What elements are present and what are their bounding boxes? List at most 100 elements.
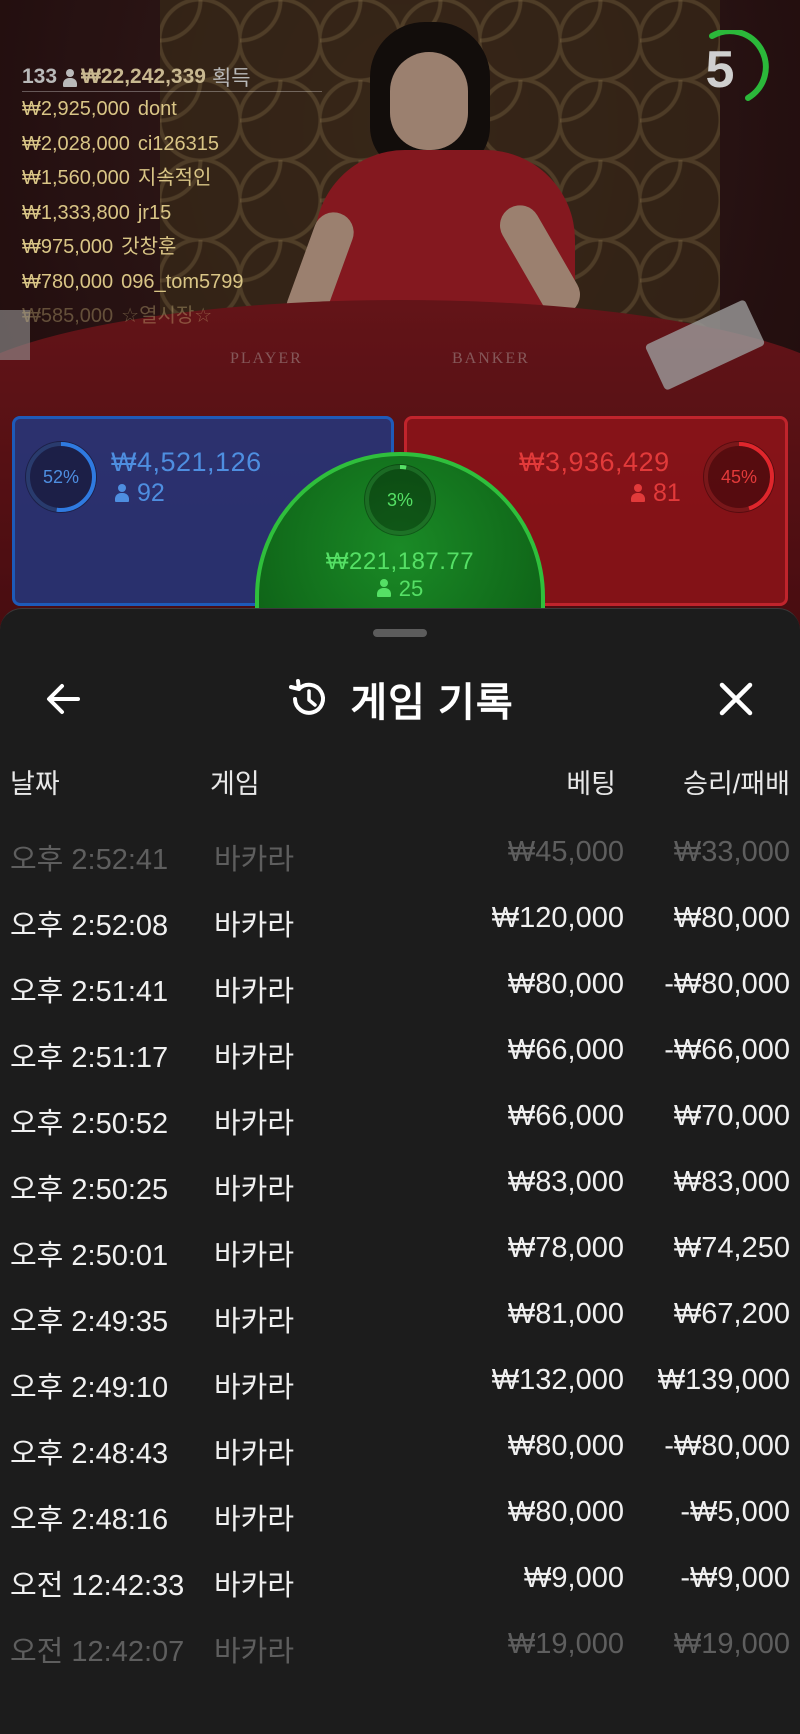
row-date: 오후 2:50:25	[10, 1174, 169, 1206]
banker-count-value: 81	[653, 479, 681, 507]
row-date: 오후 2:50:52	[10, 1108, 169, 1140]
table-header: 날짜 게임 베팅 승리/패배	[0, 754, 800, 804]
close-button[interactable]	[710, 673, 762, 725]
row-result: ₩74,250	[673, 1232, 790, 1264]
row-game: 바카라	[214, 910, 295, 942]
player-count-value: 92	[137, 479, 165, 507]
history-row[interactable]: 오후 2:52:08 바카라 ₩120,000 ₩80,000	[0, 888, 800, 954]
history-row[interactable]: 오후 2:49:10 바카라 ₩132,000 ₩139,000	[0, 1350, 800, 1416]
sheet-title: 게임 기록	[350, 681, 514, 725]
row-game: 바카라	[214, 1570, 295, 1602]
person-icon	[376, 579, 391, 597]
row-game: 바카라	[214, 1372, 295, 1404]
winner-amount: ₩2,925,000	[22, 98, 130, 120]
player-amount: ₩4,521,126	[111, 447, 262, 477]
history-list: 오후 2:52:41 바카라 ₩45,000 ₩33,000 오후 2:52:08 바카라…	[0, 822, 800, 1680]
row-bet: ₩19,000	[507, 1628, 624, 1660]
row-bet: ₩78,000	[507, 1232, 624, 1264]
row-date: 오후 2:51:41	[10, 976, 169, 1008]
row-game: 바카라	[214, 1306, 295, 1338]
row-bet: ₩81,000	[507, 1298, 624, 1330]
history-row[interactable]: 오후 2:50:01 바카라 ₩78,000 ₩74,250	[0, 1218, 800, 1284]
winner-amount: ₩585,000	[22, 305, 114, 327]
row-result: -₩9,000	[680, 1562, 790, 1594]
row-game: 바카라	[214, 1240, 295, 1272]
winner-name: dont	[137, 98, 177, 120]
tie-percent: 3%	[386, 490, 413, 510]
winner-amount: ₩975,000	[22, 236, 114, 258]
player-percent: 52%	[42, 467, 80, 487]
history-row[interactable]: 오후 2:49:35 바카라 ₩81,000 ₩67,200	[0, 1284, 800, 1350]
history-row[interactable]: 오후 2:48:43 바카라 ₩80,000 -₩80,000	[0, 1416, 800, 1482]
history-row[interactable]: 오전 12:42:33 바카라 ₩9,000 -₩9,000	[0, 1548, 800, 1614]
history-row[interactable]: 오후 2:50:25 바카라 ₩83,000 ₩83,000	[0, 1152, 800, 1218]
live-video-area: PLAYER BANKER 133 ₩22,242,339 획득 ₩2,925,…	[0, 0, 800, 640]
tie-amount: ₩221,187.77	[325, 548, 475, 575]
row-date: 오후 2:49:10	[10, 1372, 169, 1404]
col-result: 승리/패배	[683, 769, 790, 799]
history-row[interactable]: 오후 2:51:17 바카라 ₩66,000 -₩66,000	[0, 1020, 800, 1086]
history-row[interactable]: 오전 12:42:07 바카라 ₩19,000 ₩19,000	[0, 1614, 800, 1680]
banker-percent-ring: 45%	[703, 441, 775, 513]
row-game: 바카라	[214, 1108, 295, 1140]
winners-total: ₩22,242,339	[81, 64, 206, 88]
row-bet: ₩66,000	[507, 1034, 624, 1066]
row-date: 오후 2:48:16	[10, 1504, 169, 1536]
row-game: 바카라	[214, 1504, 295, 1536]
row-date: 오전 12:42:33	[10, 1570, 185, 1602]
history-row[interactable]: 오후 2:51:41 바카라 ₩80,000 -₩80,000	[0, 954, 800, 1020]
winner-entry: ₩975,000 갓창훈	[22, 230, 322, 265]
winner-amount: ₩780,000	[22, 270, 114, 293]
col-bet: 베팅	[566, 769, 616, 799]
row-bet: ₩83,000	[507, 1166, 624, 1198]
winner-name: ci126315	[137, 132, 220, 155]
winner-amount: ₩1,333,800	[22, 201, 130, 224]
row-result: ₩80,000	[673, 902, 790, 934]
game-history-sheet: 게임 기록 날짜 게임 베팅 승리/패배 오후 2:52:41 바카라 ₩45,00…	[0, 608, 800, 1734]
row-bet: ₩80,000	[507, 1430, 624, 1462]
winner-name: jr15	[137, 201, 172, 224]
row-bet: ₩132,000	[491, 1364, 624, 1396]
history-row[interactable]: 오후 2:50:52 바카라 ₩66,000 ₩70,000	[0, 1086, 800, 1152]
history-row[interactable]: 오후 2:48:16 바카라 ₩80,000 -₩5,000	[0, 1482, 800, 1548]
col-date: 날짜	[10, 769, 60, 799]
winner-name: 지속적인	[137, 167, 212, 189]
row-date: 오후 2:50:01	[10, 1240, 169, 1272]
winner-entry: ₩2,028,000 ci126315	[22, 127, 322, 162]
row-result: -₩5,000	[680, 1496, 790, 1528]
row-date: 오후 2:49:35	[10, 1306, 169, 1338]
winners-count: 133	[22, 64, 58, 88]
row-result: ₩67,200	[673, 1298, 790, 1330]
history-icon	[289, 679, 326, 715]
sheet-drag-handle[interactable]	[373, 629, 427, 637]
winner-name: 096_tom5799	[121, 270, 244, 293]
row-game: 바카라	[214, 1174, 295, 1206]
winner-entry: ₩1,333,800 jr15	[22, 196, 322, 231]
row-result: ₩139,000	[657, 1364, 790, 1396]
row-bet: ₩120,000	[491, 902, 624, 934]
winner-entry: ₩1,560,000 지속적인	[22, 161, 322, 196]
row-date: 오전 12:42:07	[10, 1636, 185, 1668]
col-game: 게임	[210, 769, 260, 799]
round-timer: 5	[690, 30, 770, 110]
winner-name: 갓창훈	[121, 236, 177, 258]
row-date: 오후 2:48:43	[10, 1438, 169, 1470]
winner-entry: ₩780,000 096_tom5799	[22, 265, 322, 300]
banker-percent: 45%	[720, 467, 758, 487]
row-result: ₩19,000	[673, 1628, 790, 1660]
winners-header: 133 ₩22,242,339 획득	[22, 62, 322, 92]
row-bet: ₩80,000	[507, 1496, 624, 1528]
row-bet: ₩66,000	[507, 1100, 624, 1132]
player-count: 92	[115, 479, 165, 508]
row-result: -₩80,000	[664, 1430, 790, 1462]
tie-percent-ring: 3%	[364, 464, 436, 536]
winner-amount: ₩2,028,000	[22, 132, 130, 155]
history-row[interactable]: 오후 2:52:41 바카라 ₩45,000 ₩33,000	[0, 822, 800, 888]
row-result: -₩80,000	[664, 968, 790, 1000]
person-icon	[63, 69, 78, 87]
banker-count: 81	[631, 479, 681, 508]
row-bet: ₩80,000	[507, 968, 624, 1000]
winners-panel: 133 ₩22,242,339 획득 ₩2,925,000 dont ₩2,028…	[22, 62, 322, 334]
person-icon	[115, 484, 129, 502]
tie-count: 25	[259, 576, 541, 602]
